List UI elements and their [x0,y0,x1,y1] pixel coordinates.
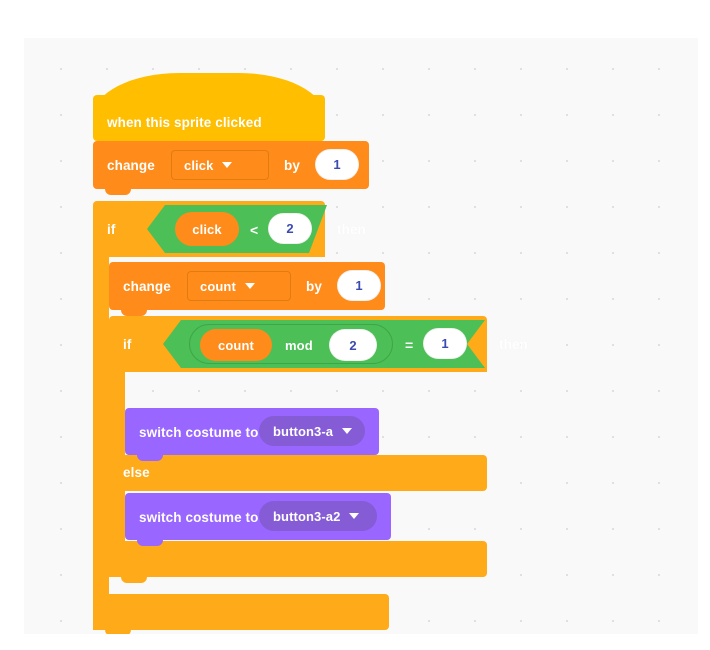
number-input-2-inner[interactable]: 2 [329,329,377,361]
variable-dropdown-count[interactable]: count [187,271,291,301]
if-inner-bottom-bar[interactable] [109,541,487,577]
switch-true-label: switch costume to [139,425,259,440]
if-outer-then-label: then [337,222,366,237]
mod-operator-block[interactable]: count mod 2 [189,324,393,364]
switch-costume-block-false[interactable]: switch costume to button3-a2 [125,493,391,546]
if-inner-left-spine-true [109,372,125,455]
chevron-down-icon [244,283,255,289]
if-inner-keyword: if [123,337,132,352]
switch-false-bump [137,540,163,546]
costume-dropdown-true[interactable]: button3-a [259,416,365,446]
equals-symbol: = [405,337,414,353]
block-workspace[interactable]: if click < 2 then if count mod 2 = 1 the… [24,38,698,634]
number-input-2-outer[interactable]: 2 [268,213,312,244]
number-input-1-equals[interactable]: 1 [423,328,467,359]
less-than-symbol: < [250,222,259,238]
if-outer-bottom-bump [105,630,131,634]
change-variable-block-click[interactable]: change click by 1 [93,141,369,195]
change-count-verb: change [123,279,171,294]
hat-label: when this sprite clicked [107,115,262,130]
switch-false-label: switch costume to [139,510,259,525]
mod-symbol: mod [285,338,313,353]
if-inner-left-spine-false [109,491,125,541]
costume-dropdown-false[interactable]: button3-a2 [259,501,377,531]
change-count-bump [121,310,147,316]
if-outer-bottom-bar[interactable] [93,594,389,630]
if-inner-bottom-bump [121,577,147,583]
switch-costume-block-true[interactable]: switch costume to button3-a [125,408,379,461]
variable-reporter-count[interactable]: count [200,329,272,361]
change-click-verb: change [107,158,155,173]
switch-true-bump [137,455,163,461]
change-click-connector: by [284,158,300,173]
if-inner-then-label: then [499,337,528,352]
hat-block-when-sprite-clicked[interactable]: when this sprite clicked [93,73,325,141]
number-input-1-change-click[interactable]: 1 [315,149,359,180]
if-inner-else-label: else [123,465,150,480]
chevron-down-icon [349,513,360,519]
number-input-1-change-count[interactable]: 1 [337,270,381,301]
chevron-down-icon [222,162,233,168]
change-click-bump [105,189,131,195]
change-variable-block-count[interactable]: change count by 1 [109,262,385,316]
variable-reporter-click[interactable]: click [175,212,239,246]
change-count-connector: by [306,279,322,294]
if-outer-keyword: if [107,222,116,237]
variable-dropdown-click[interactable]: click [171,150,269,180]
if-outer-left-spine [93,257,109,594]
if-inner-else-bar[interactable] [109,455,487,491]
chevron-down-icon [342,428,353,434]
